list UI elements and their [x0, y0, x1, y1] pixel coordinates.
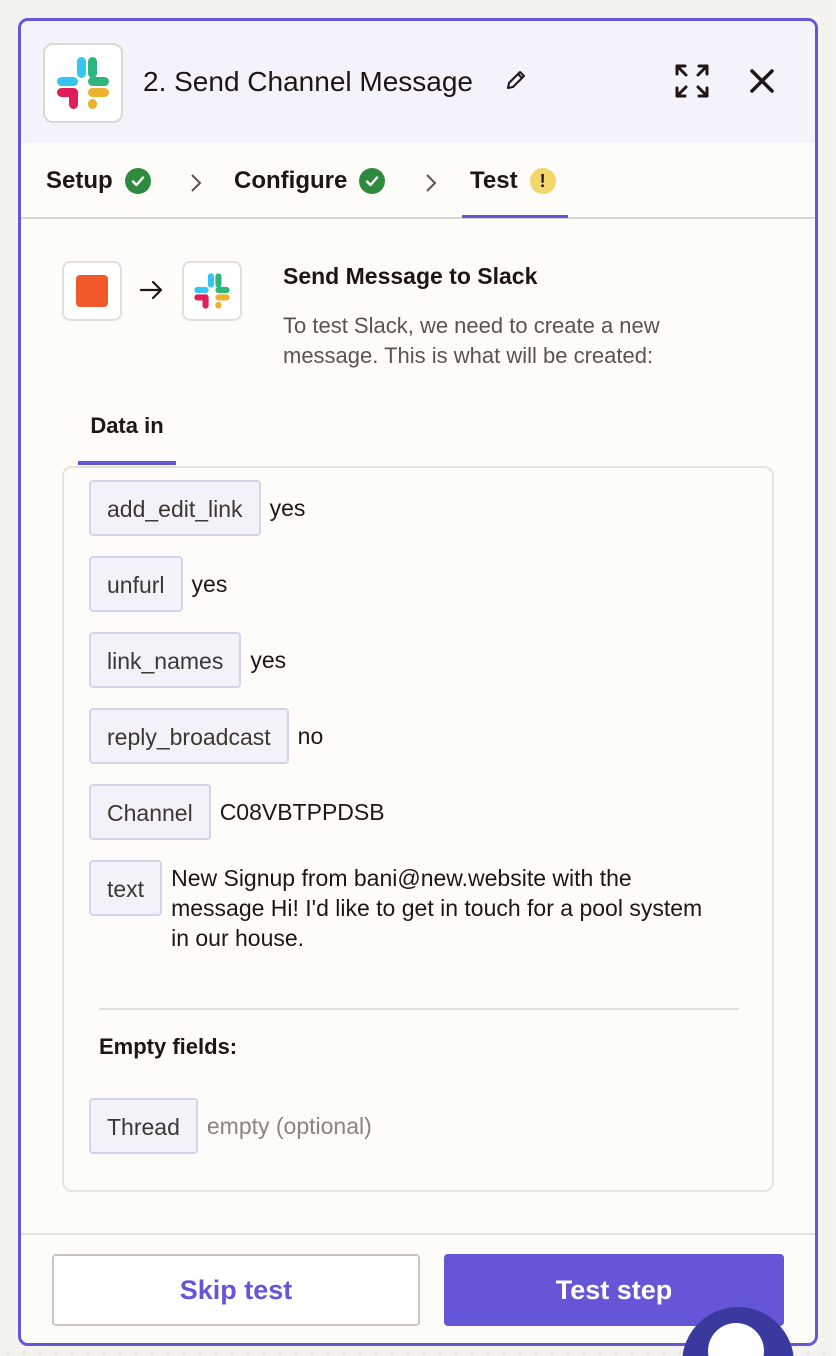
field-row: Channel C08VBTPPDSB: [89, 784, 385, 840]
flow-description: To test Slack, we need to create a new m…: [283, 313, 660, 368]
field-key: link_names: [89, 632, 242, 688]
field-key: add_edit_link: [89, 480, 261, 536]
field-row: add_edit_link yes: [89, 480, 305, 536]
panel-header: 2. Send Channel Message: [21, 21, 815, 143]
flow-title: Send Message to Slack: [283, 263, 538, 289]
tab-label: Configure: [234, 167, 348, 194]
check-icon: [124, 168, 151, 194]
tab-data-in[interactable]: Data in: [78, 413, 176, 439]
field-value: New Signup from bani@new.website with th…: [171, 865, 703, 951]
divider: [99, 1008, 739, 1010]
step-title: 2. Send Channel Message: [143, 66, 473, 97]
field-row: text New Signup from bani@new.website wi…: [89, 860, 711, 953]
expand-icon[interactable]: [674, 63, 710, 99]
source-app-square: [76, 275, 108, 307]
chevron-right-icon: [191, 174, 202, 192]
field-row: unfurl yes: [89, 556, 227, 612]
field-row: Thread empty (optional): [89, 1098, 372, 1154]
step-tabs: Setup Configure Test !: [21, 143, 815, 219]
chevron-right-icon: [426, 174, 437, 192]
tab-label: Test: [470, 167, 518, 194]
source-app-icon: [62, 261, 122, 321]
field-key: unfurl: [89, 556, 183, 612]
tab-test[interactable]: Test !: [470, 167, 556, 195]
warning-icon: !: [529, 168, 556, 194]
data-in-panel: add_edit_link yes unfurl yes link_names …: [62, 466, 774, 1192]
field-value: C08VBTPPDSB: [219, 799, 385, 825]
field-key: Channel: [89, 784, 211, 840]
pencil-icon[interactable]: [504, 68, 528, 92]
tab-setup[interactable]: Setup: [46, 167, 151, 195]
slack-app-icon-small: [182, 261, 242, 321]
field-row: reply_broadcast no: [89, 708, 323, 764]
close-icon[interactable]: [748, 67, 776, 95]
field-value: empty (optional): [206, 1113, 372, 1139]
active-tab-indicator: [78, 461, 176, 465]
field-key: text: [89, 860, 163, 916]
chat-icon: [708, 1323, 764, 1356]
field-row: link_names yes: [89, 632, 286, 688]
slack-logo-icon: [57, 57, 109, 109]
tab-label: Setup: [46, 167, 113, 194]
arrow-right-icon: [139, 280, 163, 300]
step-panel: 2. Send Channel Message Setup Configure …: [18, 18, 818, 1346]
field-value: yes: [250, 647, 287, 673]
skip-test-button[interactable]: Skip test: [52, 1254, 420, 1326]
field-value: yes: [269, 495, 306, 521]
active-tab-indicator: [462, 215, 568, 218]
slack-app-icon: [43, 43, 123, 123]
empty-fields-title: Empty fields:: [99, 1034, 238, 1059]
field-value: yes: [191, 571, 228, 597]
slack-logo-icon: [194, 273, 230, 309]
tab-configure[interactable]: Configure: [234, 167, 386, 195]
field-key: reply_broadcast: [89, 708, 289, 764]
field-value: no: [297, 723, 324, 749]
field-key: Thread: [89, 1098, 198, 1154]
check-icon: [359, 168, 386, 194]
